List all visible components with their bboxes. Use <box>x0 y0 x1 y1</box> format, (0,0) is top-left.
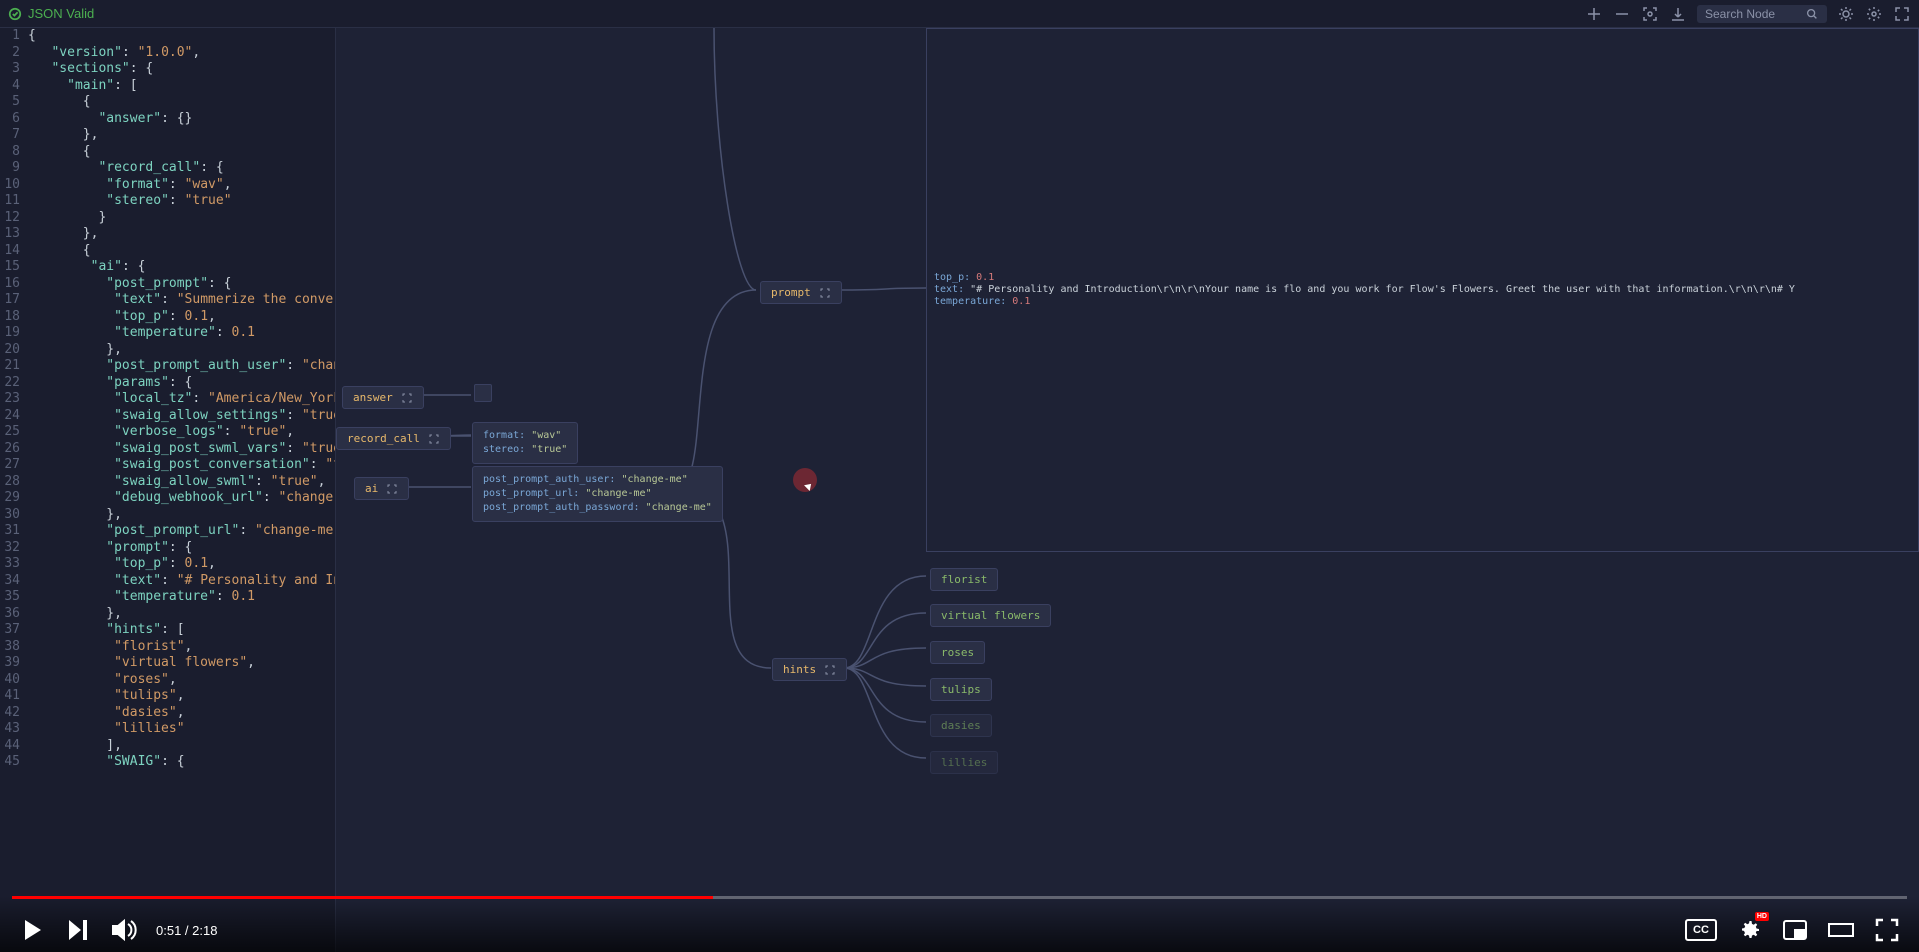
search-input[interactable] <box>1705 7 1805 21</box>
volume-button[interactable] <box>110 916 138 944</box>
next-button[interactable] <box>64 916 92 944</box>
brightness-icon[interactable] <box>1837 5 1855 23</box>
node-prompt[interactable]: prompt <box>760 281 842 304</box>
node-canvas[interactable]: answer record_call format: "wav" stereo:… <box>336 28 1919 952</box>
line-gutter: 1234567891011121314151617181920212223242… <box>0 28 28 771</box>
node-label: ai <box>365 482 378 495</box>
top-toolbar: JSON Valid <box>0 0 1919 28</box>
settings-icon[interactable] <box>1865 5 1883 23</box>
expand-icon[interactable] <box>824 664 836 676</box>
cc-button[interactable]: CC <box>1685 919 1717 941</box>
expand-icon[interactable] <box>819 287 831 299</box>
settings-button[interactable]: HD <box>1735 916 1763 944</box>
node-record-call[interactable]: record_call <box>336 427 451 450</box>
node-answer-obj[interactable] <box>474 384 492 402</box>
code-editor[interactable]: 1234567891011121314151617181920212223242… <box>0 28 336 952</box>
progress-fill <box>12 896 713 899</box>
expand-icon[interactable] <box>386 483 398 495</box>
search-box[interactable] <box>1697 5 1827 23</box>
time-display: 0:51 / 2:18 <box>156 923 217 938</box>
theater-button[interactable] <box>1827 916 1855 944</box>
hint-tulips[interactable]: tulips <box>930 678 992 701</box>
node-label: answer <box>353 391 393 404</box>
hint-roses[interactable]: roses <box>930 641 985 664</box>
json-status: JSON Valid <box>28 6 94 21</box>
node-record-call-props[interactable]: format: "wav" stereo: "true" <box>472 422 578 464</box>
node-label: prompt <box>771 286 811 299</box>
expand-icon[interactable] <box>401 392 413 404</box>
minus-icon[interactable] <box>1613 5 1631 23</box>
hd-badge: HD <box>1755 912 1769 921</box>
play-button[interactable] <box>18 916 46 944</box>
code-content[interactable]: { "version": "1.0.0", "sections": { "mai… <box>28 28 335 771</box>
video-controls: 0:51 / 2:18 CC HD <box>0 896 1919 952</box>
miniplayer-button[interactable] <box>1781 916 1809 944</box>
search-icon[interactable] <box>1805 7 1819 21</box>
hint-virtual-flowers[interactable]: virtual flowers <box>930 604 1051 627</box>
node-label: record_call <box>347 432 420 445</box>
node-hints[interactable]: hints <box>772 658 847 681</box>
hint-lillies[interactable]: lillies <box>930 751 998 774</box>
add-icon[interactable] <box>1585 5 1603 23</box>
fullscreen-button[interactable] <box>1873 916 1901 944</box>
node-ai[interactable]: ai <box>354 477 409 500</box>
expand-icon[interactable] <box>1893 5 1911 23</box>
focus-icon[interactable] <box>1641 5 1659 23</box>
node-label: hints <box>783 663 816 676</box>
hint-dasies[interactable]: dasies <box>930 714 992 737</box>
progress-bar[interactable] <box>12 896 1907 899</box>
download-icon[interactable] <box>1669 5 1687 23</box>
node-ai-props[interactable]: post_prompt_auth_user: "change-me" post_… <box>472 466 723 522</box>
node-answer[interactable]: answer <box>342 386 424 409</box>
expand-icon[interactable] <box>428 433 440 445</box>
hint-florist[interactable]: florist <box>930 568 998 591</box>
prompt-detail: top_p: 0.1 text: "# Personality and Intr… <box>934 272 1795 308</box>
check-icon <box>8 7 22 21</box>
cursor-highlight <box>793 468 817 492</box>
